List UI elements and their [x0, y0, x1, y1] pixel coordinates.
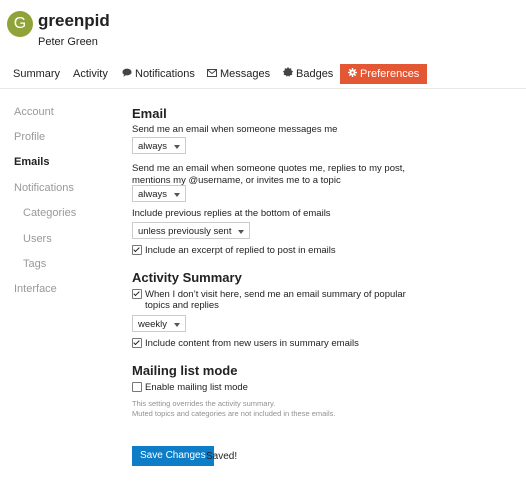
new-users-label: Include content from new users in summar… [145, 338, 359, 349]
badge-icon [283, 64, 293, 84]
tab-summary[interactable]: Summary [13, 64, 60, 84]
envelope-icon [207, 64, 217, 84]
gear-icon [348, 64, 357, 84]
messages-label: Send me an email when someone messages m… [132, 124, 338, 135]
previous-replies-label: Include previous replies at the bottom o… [132, 208, 331, 219]
digest-frequency-value: weekly [138, 319, 168, 330]
sidebar-item-users[interactable]: Users [23, 233, 52, 245]
digest-label: When I don’t visit here, send me an emai… [145, 289, 406, 311]
tab-badges-label: Badges [296, 68, 334, 80]
sidebar-item-notifications[interactable]: Notifications [14, 182, 74, 194]
email-heading: Email [132, 106, 167, 121]
quotes-select[interactable]: always [132, 185, 187, 202]
new-users-checkbox[interactable] [132, 338, 142, 348]
saved-status: Saved! [206, 451, 238, 462]
mailing-note-line-2: Muted topics and categories are not incl… [132, 409, 336, 418]
mailing-note-line-1: This setting overrides the activity summ… [132, 399, 276, 408]
avatar[interactable]: G [7, 11, 33, 37]
quotes-select-value: always [138, 189, 168, 200]
tab-notifications-label: Notifications [135, 68, 195, 80]
sidebar-item-emails[interactable]: Emails [14, 156, 49, 168]
previous-replies-select-value: unless previously sent [138, 226, 232, 237]
excerpt-checkbox[interactable] [132, 245, 142, 255]
previous-replies-select[interactable]: unless previously sent [132, 222, 251, 239]
tab-activity[interactable]: Activity [73, 64, 108, 84]
sidebar-item-interface[interactable]: Interface [14, 283, 57, 295]
sidebar-item-account[interactable]: Account [14, 106, 54, 118]
tab-preferences[interactable]: Preferences [340, 64, 428, 84]
save-changes-button[interactable]: Save Changes [132, 446, 214, 466]
quotes-label: Send me an email when someone quotes me,… [132, 163, 406, 186]
chevron-down-icon [238, 230, 245, 234]
comment-icon [122, 64, 132, 84]
tab-activity-label: Activity [73, 68, 108, 80]
excerpt-label: Include an excerpt of replied to post in… [145, 245, 336, 256]
tab-messages-label: Messages [220, 68, 271, 80]
sidebar-item-tags[interactable]: Tags [23, 258, 46, 270]
digest-checkbox[interactable] [132, 289, 142, 299]
digest-frequency-select[interactable]: weekly [132, 315, 187, 332]
mailing-list-label: Enable mailing list mode [145, 382, 248, 393]
sidebar-item-categories[interactable]: Categories [23, 207, 76, 219]
mailing-list-heading: Mailing list mode [132, 363, 238, 378]
chevron-down-icon [174, 323, 181, 327]
user-nav: Summary Activity Notifications Messages … [0, 62, 526, 89]
full-name: Peter Green [38, 36, 98, 48]
sidebar-item-profile[interactable]: Profile [14, 131, 45, 143]
chevron-down-icon [174, 145, 181, 149]
username: greenpid [38, 11, 110, 30]
messages-select-value: always [138, 141, 168, 152]
activity-summary-heading: Activity Summary [132, 270, 242, 285]
user-header: G greenpid Peter Green [0, 0, 526, 60]
tab-notifications[interactable]: Notifications [122, 64, 195, 84]
tab-preferences-label: Preferences [360, 68, 420, 80]
mailing-list-checkbox[interactable] [132, 382, 142, 392]
messages-select[interactable]: always [132, 137, 187, 154]
tab-messages[interactable]: Messages [207, 64, 270, 84]
chevron-down-icon [174, 193, 181, 197]
tab-summary-label: Summary [13, 68, 61, 80]
tab-badges[interactable]: Badges [283, 64, 333, 84]
